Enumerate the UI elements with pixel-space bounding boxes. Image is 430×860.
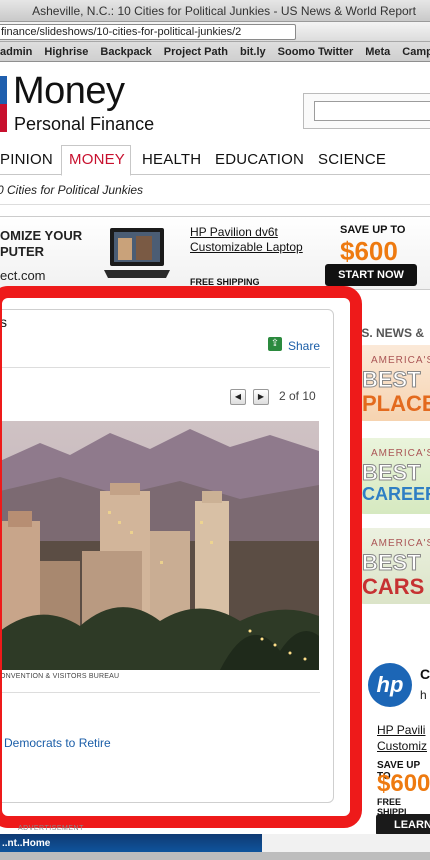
tile-places-small: AMERICA'S bbox=[371, 355, 430, 366]
bookmark-item[interactable]: Highrise bbox=[44, 42, 88, 61]
address-bar[interactable]: finance/slideshows/10-cities-for-politic… bbox=[0, 24, 296, 40]
tile-cars-word: CARS bbox=[362, 574, 425, 599]
ad-product-line1[interactable]: HP Pavilion dv6t bbox=[190, 225, 303, 240]
toolbar: finance/slideshows/10-cities-for-politic… bbox=[0, 22, 430, 42]
hp-ad-letter: C bbox=[420, 666, 430, 682]
ad-product-line2[interactable]: Customizable Laptop bbox=[190, 240, 303, 255]
tile-careers-small: AMERICA'S bbox=[371, 448, 430, 459]
tile-places-best: BEST bbox=[362, 367, 422, 393]
hp-ad-product-line1[interactable]: HP Pavili bbox=[377, 722, 427, 738]
highlight-frame bbox=[0, 286, 362, 828]
sidebar-heading: .S. NEWS & bbox=[358, 326, 425, 340]
logo-mark-red bbox=[0, 104, 7, 132]
nav-item-health[interactable]: HEALTH bbox=[142, 151, 201, 168]
ad-product-link[interactable]: HP Pavilion dv6t Customizable Laptop bbox=[190, 225, 303, 255]
bottom-ad-text: ..nt..Home bbox=[2, 838, 51, 849]
tile-places-word: PLACES bbox=[362, 391, 430, 416]
bookmark-item[interactable]: Meta bbox=[365, 42, 390, 61]
nav-item-opinion[interactable]: PINION bbox=[0, 151, 53, 168]
section-logo-title[interactable]: Money bbox=[13, 70, 125, 113]
ad-domain: ect.com bbox=[0, 268, 46, 283]
hp-ad-letter2: h bbox=[420, 688, 427, 702]
hp-ad-learn-button[interactable]: LEARN bbox=[376, 814, 430, 836]
hp-logo[interactable]: hp bbox=[368, 663, 412, 707]
ad-headline: OMIZE YOUR PUTER bbox=[0, 228, 82, 260]
divider bbox=[0, 204, 430, 205]
bookmark-item[interactable]: Backpack bbox=[100, 42, 151, 61]
hp-ad-product-link[interactable]: HP Pavili Customiz bbox=[377, 722, 427, 754]
bookmark-item[interactable]: Soomo Twitter bbox=[278, 42, 354, 61]
ad-headline-line1: OMIZE YOUR bbox=[0, 228, 83, 243]
search-input[interactable] bbox=[314, 101, 430, 121]
bookmarks-bar: admin Highrise Backpack Project Path bit.ly S… bbox=[0, 42, 430, 62]
bottom-scroll-area bbox=[0, 852, 430, 860]
breadcrumb: 0 Cities for Political Junkies bbox=[0, 183, 144, 197]
nav-item-science[interactable]: SCIENCE bbox=[318, 151, 386, 168]
ad-save-amount: $600 bbox=[340, 236, 398, 266]
tile-careers-best: BEST bbox=[362, 460, 422, 486]
tile-cars-best: BEST bbox=[362, 550, 422, 576]
bookmark-item[interactable]: admin bbox=[0, 42, 32, 61]
tile-careers-word: CAREERS bbox=[362, 484, 430, 504]
tile-cars-small: AMERICA'S bbox=[371, 538, 430, 549]
ad-headline-line2: PUTER bbox=[0, 244, 45, 259]
browser-window: Asheville, N.C.: 10 Cities for Political… bbox=[0, 0, 430, 860]
bookmark-item[interactable]: Campt bbox=[402, 42, 430, 61]
section-logo-subtitle[interactable]: Personal Finance bbox=[14, 114, 154, 135]
nav-item-money[interactable]: MONEY bbox=[69, 151, 125, 168]
window-title: Asheville, N.C.: 10 Cities for Political… bbox=[0, 0, 430, 22]
hp-ad-product-line2[interactable]: Customiz bbox=[377, 738, 427, 754]
advertisement-label: ADVERTISEMENT bbox=[18, 825, 84, 832]
bookmark-item[interactable]: bit.ly bbox=[240, 42, 266, 61]
laptop-image bbox=[104, 228, 170, 278]
nav-item-education[interactable]: EDUCATION bbox=[215, 151, 304, 168]
ad-save-label: SAVE UP TO bbox=[340, 224, 406, 236]
hp-ad-save-amount: $600 bbox=[377, 770, 430, 797]
bookmark-item[interactable]: Project Path bbox=[164, 42, 228, 61]
ad-start-now-button[interactable]: START NOW bbox=[325, 264, 417, 286]
